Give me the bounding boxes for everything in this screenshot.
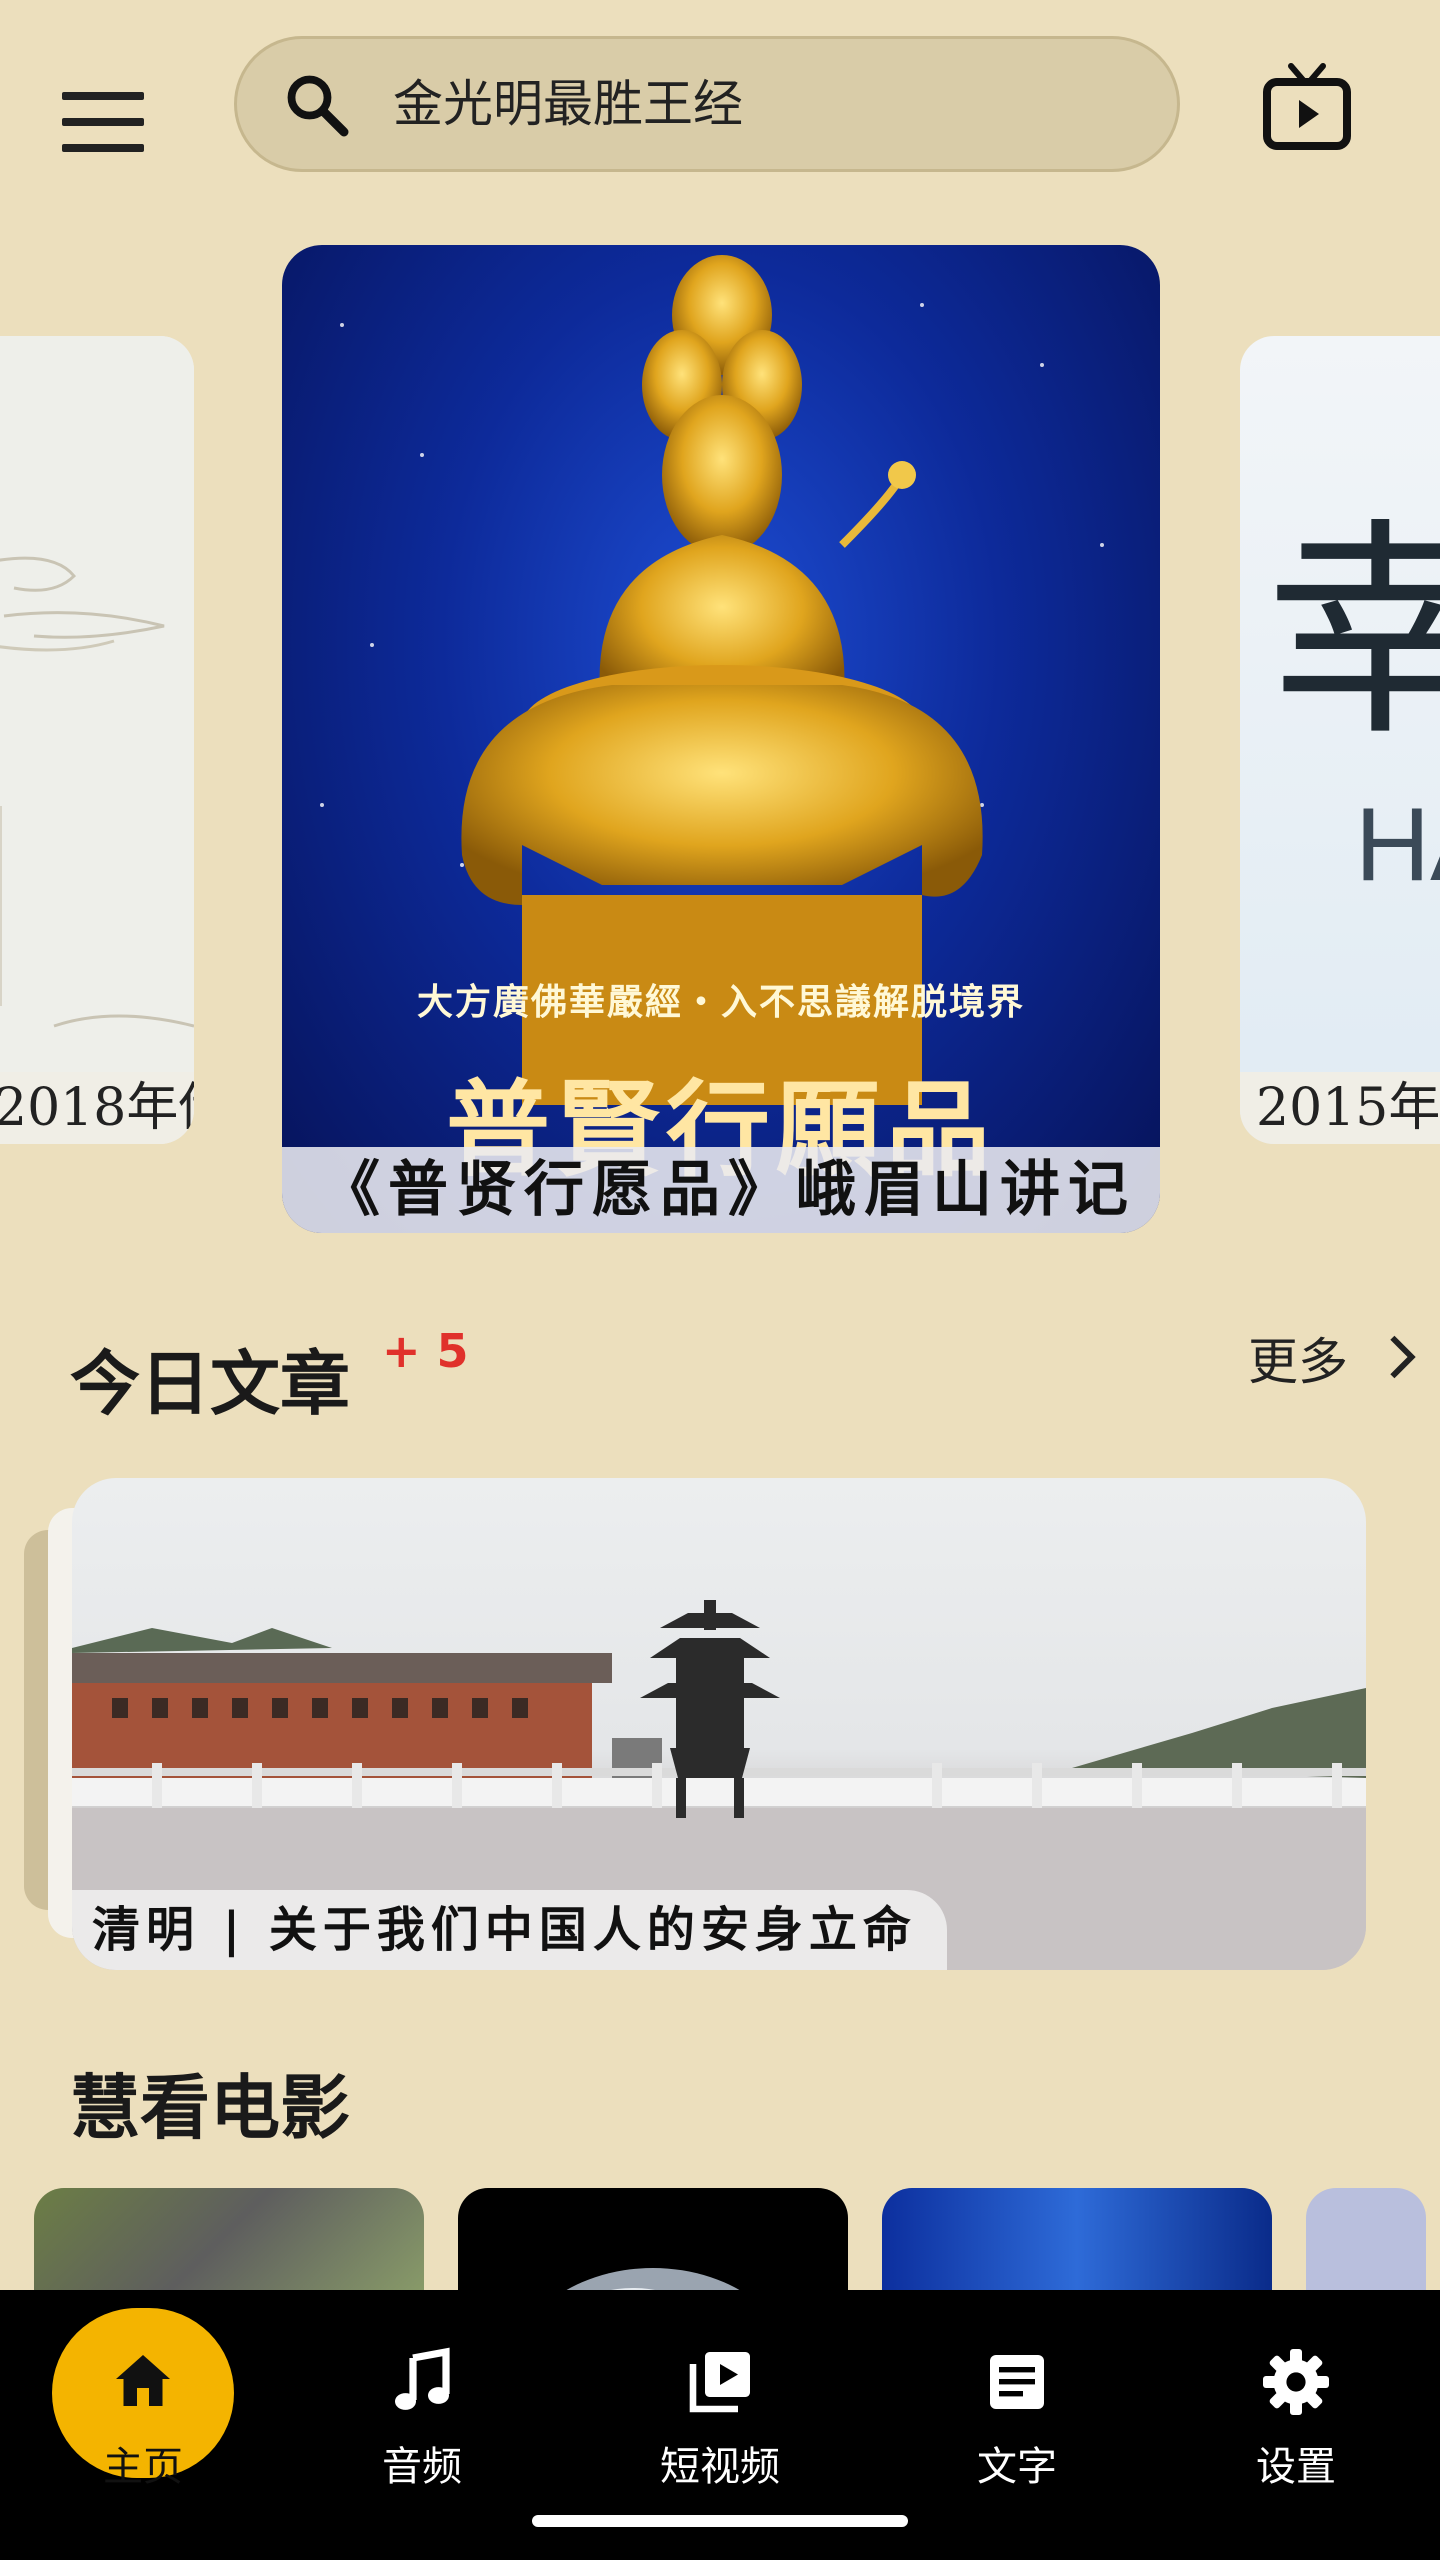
carousel-card-left[interactable]: 2018年传 — [0, 336, 194, 1144]
articles-count-badge: + 5 — [382, 1324, 469, 1378]
gear-icon — [1263, 2349, 1329, 2415]
articles-more-link[interactable]: 更多 — [1248, 1322, 1416, 1392]
search-text: 金光明最胜王经 — [393, 75, 743, 133]
search-bar[interactable]: 金光明最胜王经 — [234, 36, 1180, 172]
carousel-right-caption: 2015年 — [1240, 1072, 1440, 1144]
menu-icon[interactable] — [62, 92, 144, 152]
carousel-main-subtitle: 大方廣佛華嚴經・入不思議解脱境界 — [416, 981, 1025, 1023]
home-icon — [116, 2355, 170, 2406]
nav-settings[interactable]: 设置 — [1196, 2326, 1396, 2502]
music-note-icon — [395, 2347, 450, 2410]
more-label: 更多 — [1248, 1333, 1348, 1391]
tv-icon[interactable] — [1258, 60, 1356, 156]
carousel-left-caption: 2018年传 — [0, 1072, 194, 1144]
video-library-icon — [689, 2352, 750, 2413]
chevron-right-icon — [1390, 1335, 1416, 1379]
carousel-card-main[interactable]: 大方廣佛華嚴經・入不思議解脱境界 普賢行願品 《普贤行愿品》峨眉山讲记 — [282, 245, 1160, 1233]
carousel-right-en: HA — [1355, 787, 1440, 903]
movies-section-title: 慧看电影 — [70, 2067, 350, 2149]
articles-section-title: 今日文章 — [70, 1343, 350, 1425]
nav-short-video-label: 短视频 — [660, 2444, 780, 2490]
carousel-right-char: 幸 — [1266, 500, 1440, 767]
article-icon — [990, 2355, 1044, 2409]
carousel-card-right[interactable]: 幸 HA 2015年 — [1240, 336, 1440, 1144]
nav-settings-label: 设置 — [1256, 2444, 1336, 2490]
nav-text-label: 文字 — [977, 2444, 1057, 2490]
nav-text[interactable]: 文字 — [917, 2326, 1117, 2502]
article-card[interactable]: 清明 | 关于我们中国人的安身立命 — [72, 1478, 1366, 1970]
cloud-pattern-image — [0, 336, 194, 1076]
nav-audio-label: 音频 — [382, 2444, 462, 2490]
nav-home-label: 主页 — [103, 2444, 183, 2490]
nav-home[interactable]: 主页 — [43, 2326, 243, 2502]
nav-audio[interactable]: 音频 — [322, 2326, 522, 2502]
article-caption: 清明 | 关于我们中国人的安身立命 — [72, 1890, 947, 1970]
nav-short-video[interactable]: 短视频 — [620, 2326, 820, 2502]
home-indicator[interactable] — [532, 2515, 908, 2527]
search-icon — [287, 75, 349, 137]
carousel-main-caption: 《普贤行愿品》峨眉山讲记 — [282, 1147, 1160, 1233]
